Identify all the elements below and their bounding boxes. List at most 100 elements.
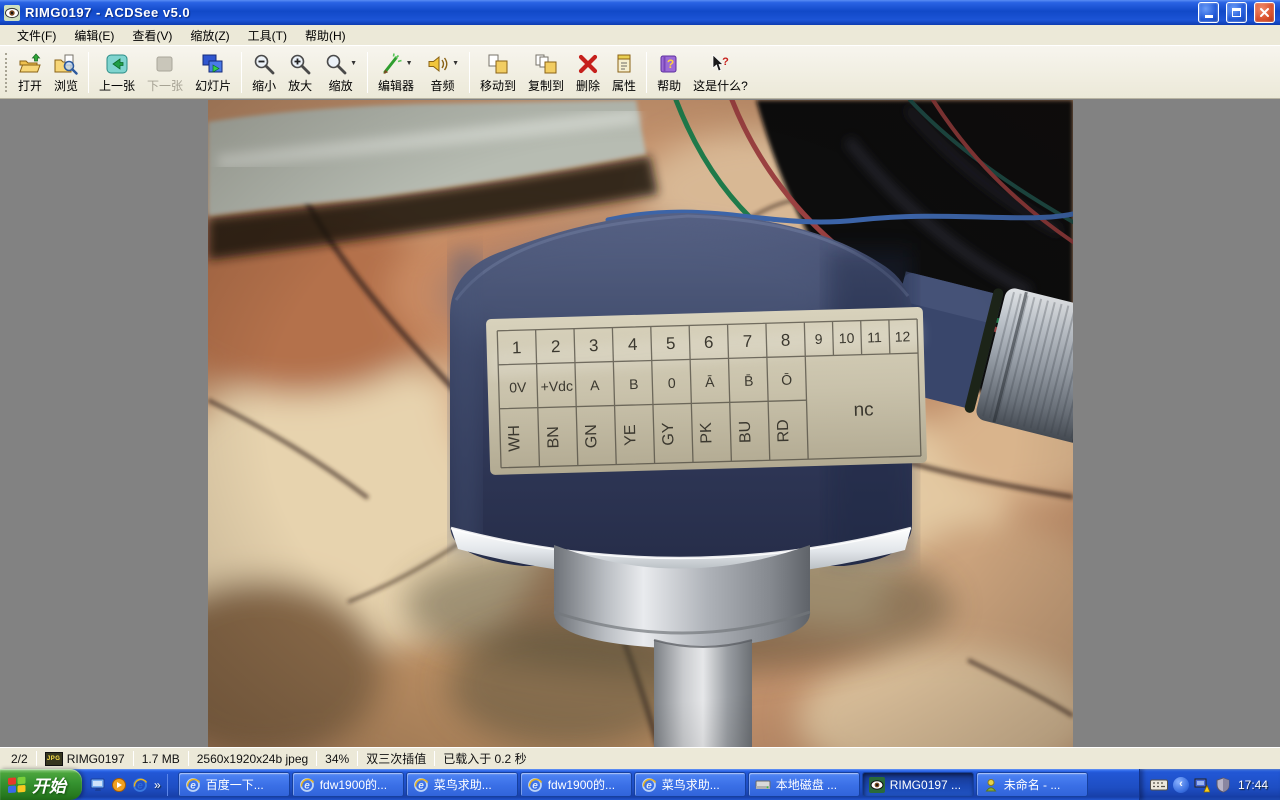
internet-explorer-icon: e bbox=[641, 777, 657, 793]
status-filename-text: RIMG0197 bbox=[67, 752, 125, 766]
photo-vignette bbox=[208, 100, 1073, 747]
window-title: RIMG0197 - ACDSee v5.0 bbox=[25, 5, 1191, 20]
properties-icon bbox=[612, 53, 636, 75]
whats-this-button[interactable]: ? 这是什么? bbox=[687, 48, 754, 97]
show-desktop-icon[interactable] bbox=[89, 776, 106, 793]
copy-to-button[interactable]: 复制到 bbox=[522, 48, 570, 97]
task-button-cainiao-1[interactable]: e 菜鸟求助... bbox=[406, 772, 518, 797]
internet-explorer-icon: e bbox=[299, 777, 315, 793]
toolbar-separator bbox=[469, 52, 470, 93]
svg-text:e: e bbox=[646, 780, 652, 791]
toolbar-drag-handle[interactable] bbox=[5, 53, 9, 92]
previous-arrow-icon bbox=[105, 53, 129, 75]
menu-edit[interactable]: 编辑(E) bbox=[65, 25, 123, 46]
task-button-fdw1900-1[interactable]: e fdw1900的... bbox=[292, 772, 404, 797]
svg-text:e: e bbox=[532, 780, 538, 791]
next-label: 下一张 bbox=[147, 77, 183, 94]
minimize-button[interactable] bbox=[1198, 2, 1219, 23]
quick-launch-bar: e » bbox=[82, 774, 177, 796]
internet-explorer-icon: e bbox=[185, 777, 201, 793]
task-label: fdw1900的... bbox=[320, 776, 387, 793]
svg-text:?: ? bbox=[667, 57, 674, 71]
previous-label: 上一张 bbox=[99, 77, 135, 94]
close-icon bbox=[1259, 7, 1270, 18]
zoom-label: 缩放 bbox=[329, 77, 353, 94]
hard-disk-icon bbox=[755, 777, 771, 793]
zoom-out-icon bbox=[252, 53, 276, 75]
previous-image-button[interactable]: 上一张 bbox=[93, 48, 141, 97]
zoom-out-label: 缩小 bbox=[252, 77, 276, 94]
audio-label: 音频 bbox=[431, 77, 455, 94]
svg-text:e: e bbox=[418, 780, 424, 791]
task-label: 未命名 - ... bbox=[1004, 776, 1061, 793]
input-method-keyboard-icon[interactable] bbox=[1150, 779, 1168, 791]
delete-button[interactable]: 删除 bbox=[570, 48, 606, 97]
zoom-out-button[interactable]: 缩小 bbox=[246, 48, 282, 97]
whats-this-cursor-icon: ? bbox=[708, 53, 732, 75]
taskbar-clock[interactable]: 17:44 bbox=[1236, 778, 1268, 792]
properties-button[interactable]: 属性 bbox=[606, 48, 642, 97]
slideshow-button[interactable]: 幻灯片 bbox=[189, 48, 237, 97]
help-button[interactable]: ? 帮助 bbox=[651, 48, 687, 97]
status-interpolation: 双三次插值 bbox=[358, 750, 434, 767]
menu-file[interactable]: 文件(F) bbox=[8, 25, 65, 46]
copy-to-label: 复制到 bbox=[528, 77, 564, 94]
help-book-icon: ? bbox=[657, 53, 681, 75]
media-player-icon[interactable] bbox=[110, 776, 127, 793]
menu-zoom[interactable]: 缩放(Z) bbox=[181, 25, 238, 46]
svg-text:?: ? bbox=[723, 56, 730, 68]
move-to-button[interactable]: 移动到 bbox=[474, 48, 522, 97]
display-warning-tray-icon[interactable] bbox=[1194, 777, 1210, 793]
task-button-baidu[interactable]: e 百度一下... bbox=[178, 772, 290, 797]
toolbar-separator bbox=[241, 52, 242, 93]
internet-explorer-icon[interactable]: e bbox=[131, 776, 148, 793]
editor-button[interactable]: ▼ 编辑器 bbox=[372, 48, 420, 97]
start-button[interactable]: 开始 bbox=[0, 769, 82, 800]
help-label: 帮助 bbox=[657, 77, 681, 94]
next-image-button: 下一张 bbox=[141, 48, 189, 97]
task-label: RIMG0197 ... bbox=[890, 778, 961, 792]
chevron-down-icon[interactable]: ▼ bbox=[406, 60, 413, 67]
zoom-in-label: 放大 bbox=[288, 77, 312, 94]
image-viewer-canvas[interactable]: 1 2 3 4 5 6 7 8 9 10 11 12 0V bbox=[0, 99, 1280, 747]
zoom-in-button[interactable]: 放大 bbox=[282, 48, 318, 97]
task-button-acdsee-active[interactable]: RIMG0197 ... bbox=[862, 772, 974, 797]
open-label: 打开 bbox=[18, 77, 42, 94]
next-arrow-icon-disabled bbox=[153, 53, 177, 75]
task-button-untitled[interactable]: 未命名 - ... bbox=[976, 772, 1088, 797]
chevron-down-icon[interactable]: ▼ bbox=[452, 60, 459, 67]
shield-tray-icon[interactable] bbox=[1215, 777, 1231, 793]
chevron-down-icon[interactable]: ▼ bbox=[350, 60, 357, 67]
start-label: 开始 bbox=[32, 772, 66, 797]
zoom-menu-button[interactable]: ▼ 缩放 bbox=[318, 48, 363, 97]
delete-x-icon bbox=[576, 53, 600, 75]
task-button-local-disk[interactable]: 本地磁盘 ... bbox=[748, 772, 860, 797]
status-file-size: 1.7 MB bbox=[134, 752, 188, 766]
status-zoom-percent: 34% bbox=[317, 752, 357, 766]
slideshow-icon bbox=[201, 53, 225, 75]
task-button-fdw1900-2[interactable]: e fdw1900的... bbox=[520, 772, 632, 797]
untitled-app-icon bbox=[983, 777, 999, 793]
browse-button[interactable]: 浏览 bbox=[48, 48, 84, 97]
open-folder-icon bbox=[18, 53, 42, 75]
task-button-cainiao-2[interactable]: e 菜鸟求助... bbox=[634, 772, 746, 797]
tray-collapse-chevron[interactable]: ‹ bbox=[1173, 777, 1189, 793]
status-filename: JPG RIMG0197 bbox=[37, 752, 133, 766]
acdsee-eye-icon bbox=[869, 777, 885, 793]
menu-tools[interactable]: 工具(T) bbox=[239, 25, 296, 46]
restore-button[interactable] bbox=[1226, 2, 1247, 23]
acdsee-window: RIMG0197 - ACDSee v5.0 文件(F) 编辑(E) 查看(V)… bbox=[0, 0, 1280, 800]
menu-help[interactable]: 帮助(H) bbox=[296, 25, 355, 46]
browse-label: 浏览 bbox=[54, 77, 78, 94]
svg-text:e: e bbox=[304, 780, 310, 791]
menu-view[interactable]: 查看(V) bbox=[123, 25, 181, 46]
editor-label: 编辑器 bbox=[378, 77, 414, 94]
open-button[interactable]: 打开 bbox=[12, 48, 48, 97]
status-bar: 2/2 JPG RIMG0197 1.7 MB 2560x1920x24b jp… bbox=[0, 747, 1280, 769]
title-bar: RIMG0197 - ACDSee v5.0 bbox=[0, 0, 1280, 25]
quick-launch-overflow-chevron[interactable]: » bbox=[152, 778, 161, 792]
task-button-strip: e 百度一下... e fdw1900的... e 菜鸟求助... e fdw1… bbox=[177, 772, 1139, 797]
zoom-in-icon bbox=[288, 53, 312, 75]
close-button[interactable] bbox=[1254, 2, 1275, 23]
audio-button[interactable]: ▼ 音频 bbox=[420, 48, 465, 97]
